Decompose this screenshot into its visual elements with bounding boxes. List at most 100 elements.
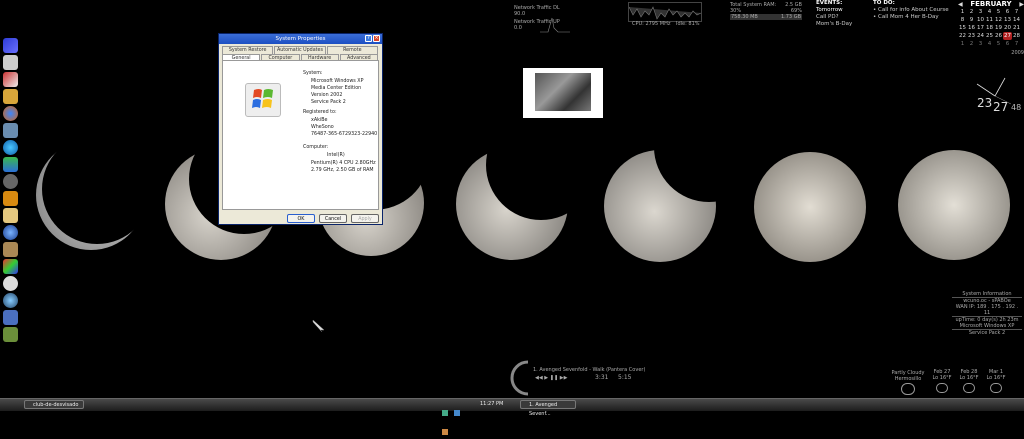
- photo-icon[interactable]: [3, 259, 18, 274]
- tools-icon[interactable]: [3, 72, 18, 87]
- paint-icon[interactable]: [3, 208, 18, 223]
- cal-day[interactable]: 25: [985, 32, 994, 40]
- cal-day[interactable]: 13: [1003, 16, 1012, 24]
- cal-day[interactable]: 22: [958, 32, 967, 40]
- cal-day[interactable]: 5: [994, 40, 1003, 48]
- apply-button[interactable]: Apply: [351, 214, 379, 223]
- cal-day[interactable]: 3: [976, 8, 985, 16]
- cal-day[interactable]: 9: [967, 16, 976, 24]
- taskbar: club-de-desvisado 11:27 PM 1. Avenged Se…: [0, 398, 1024, 435]
- events-title: EVENTS:: [816, 0, 843, 6]
- cal-day[interactable]: 19: [994, 24, 1003, 32]
- cal-day[interactable]: 15: [958, 24, 967, 32]
- ie-icon[interactable]: [3, 140, 18, 155]
- computer-label: Computer:: [303, 145, 329, 150]
- cal-day[interactable]: 18: [985, 24, 994, 32]
- cal-day[interactable]: 6: [1003, 40, 1012, 48]
- cal-day[interactable]: 3: [976, 40, 985, 48]
- recycle-bin-icon[interactable]: [3, 55, 18, 70]
- cal-day[interactable]: 2: [967, 40, 976, 48]
- cal-day[interactable]: 2: [967, 8, 976, 16]
- folder-icon[interactable]: [3, 89, 18, 104]
- cal-day[interactable]: 5: [994, 8, 1003, 16]
- calendar-next-icon[interactable]: ▶: [1019, 1, 1024, 8]
- tab-row-top: System Restore Automatic Updates Remote: [219, 46, 382, 54]
- cal-day[interactable]: 11: [985, 16, 994, 24]
- music-arc: [510, 360, 529, 396]
- events-widget: EVENTS: Tomorrow Call PD? Mom's B-Day: [816, 0, 866, 28]
- tray-icon-1[interactable]: [442, 410, 448, 416]
- calendar-month: FEBRUARY: [970, 0, 1012, 8]
- tray-icon-2[interactable]: [454, 410, 461, 416]
- tray-icon-3[interactable]: [442, 429, 448, 435]
- cal-day[interactable]: 23: [967, 32, 976, 40]
- clock-minute: 27: [993, 100, 1009, 114]
- system-line-2: Media Center Edition: [311, 86, 362, 91]
- ok-button[interactable]: OK: [287, 214, 315, 223]
- cal-day-today[interactable]: 27: [1003, 32, 1012, 40]
- tab-remote[interactable]: Remote: [326, 46, 378, 54]
- taskbar-item-browser[interactable]: club-de-desvisado: [24, 400, 84, 409]
- cal-day[interactable]: 1: [958, 8, 967, 16]
- system-label: System:: [303, 71, 323, 76]
- network-graph: [540, 17, 570, 33]
- cal-day[interactable]: 14: [1012, 16, 1021, 24]
- sysinfo-line-5: Service Pack 2: [968, 330, 1006, 336]
- music-total: 5:15: [618, 374, 632, 381]
- play-icon[interactable]: ▶: [544, 375, 548, 381]
- wheel-icon[interactable]: [3, 276, 18, 291]
- tab-system-restore[interactable]: System Restore: [222, 46, 274, 54]
- dialog-titlebar[interactable]: System Properties ? ×: [219, 34, 382, 44]
- weather-day-1-icon: [936, 383, 948, 393]
- weather-current-city: Hermosillo: [894, 376, 922, 382]
- cal-day[interactable]: 7: [1012, 40, 1021, 48]
- palette-icon[interactable]: [3, 242, 18, 257]
- registered-line-2: WheSono: [311, 125, 334, 130]
- control-panel-icon[interactable]: [3, 327, 18, 342]
- gear-icon[interactable]: [3, 174, 18, 189]
- help-icon[interactable]: ?: [365, 35, 372, 42]
- chrome-ball-icon[interactable]: [3, 293, 18, 308]
- computer-line-1: Intel(R): [327, 153, 345, 158]
- cal-day[interactable]: 24: [976, 32, 985, 40]
- app-icon[interactable]: [3, 310, 18, 325]
- cal-day[interactable]: 26: [994, 32, 1003, 40]
- computer-line-3: 2.79 GHz, 2.50 GB of RAM: [311, 168, 374, 173]
- cal-day[interactable]: 28: [1012, 32, 1021, 40]
- windows-flag-icon[interactable]: [3, 38, 18, 53]
- cal-day[interactable]: 21: [1012, 24, 1021, 32]
- cal-day[interactable]: 4: [985, 8, 994, 16]
- winamp-icon[interactable]: [3, 191, 18, 206]
- weather-day-2-icon: [963, 383, 975, 393]
- calendar-year: 2009: [1011, 50, 1024, 56]
- cal-day[interactable]: 8: [958, 16, 967, 24]
- cal-day[interactable]: 4: [985, 40, 994, 48]
- next-icon[interactable]: ▶▶: [560, 375, 568, 381]
- cal-day[interactable]: 12: [994, 16, 1003, 24]
- weather-day-3-temp: Lo 16°F: [986, 375, 1006, 381]
- media-player-icon[interactable]: [3, 225, 18, 240]
- todo-item-2: • Call Mom 4 Her B-Day: [873, 14, 939, 20]
- prev-icon[interactable]: ◀◀: [535, 375, 543, 381]
- taskbar-clock[interactable]: 11:27 PM: [480, 400, 503, 409]
- sysinfo-line-2: WAN IP: 189 . 175 . 192 . 11: [952, 304, 1022, 317]
- sysinfo-widget: System Information wcuno.oc - sPABOe WAN…: [952, 291, 1022, 336]
- messenger-icon[interactable]: [3, 157, 18, 172]
- cal-day[interactable]: 6: [1003, 8, 1012, 16]
- close-icon[interactable]: ×: [373, 35, 380, 42]
- cal-day[interactable]: 10: [976, 16, 985, 24]
- cal-day[interactable]: 17: [976, 24, 985, 32]
- tab-automatic-updates[interactable]: Automatic Updates: [274, 46, 326, 54]
- cal-day[interactable]: 20: [1003, 24, 1012, 32]
- cal-day[interactable]: 7: [1012, 8, 1021, 16]
- cancel-button[interactable]: Cancel: [319, 214, 347, 223]
- firefox-icon[interactable]: [3, 106, 18, 121]
- pause-icon[interactable]: ❚❚: [550, 375, 558, 381]
- calendar-widget: ◀ FEBRUARY ▶ 1 2 3 4 5 6 7 8 9 10 11 12 …: [958, 0, 1024, 56]
- network-icon[interactable]: [3, 123, 18, 138]
- taskbar-item-music[interactable]: 1. Avenged Sevenf...: [520, 400, 576, 417]
- cal-day[interactable]: 1: [958, 40, 967, 48]
- cpu-idle: Idle: 81%: [676, 21, 700, 27]
- calendar-prev-icon[interactable]: ◀: [958, 1, 963, 8]
- cal-day[interactable]: 16: [967, 24, 976, 32]
